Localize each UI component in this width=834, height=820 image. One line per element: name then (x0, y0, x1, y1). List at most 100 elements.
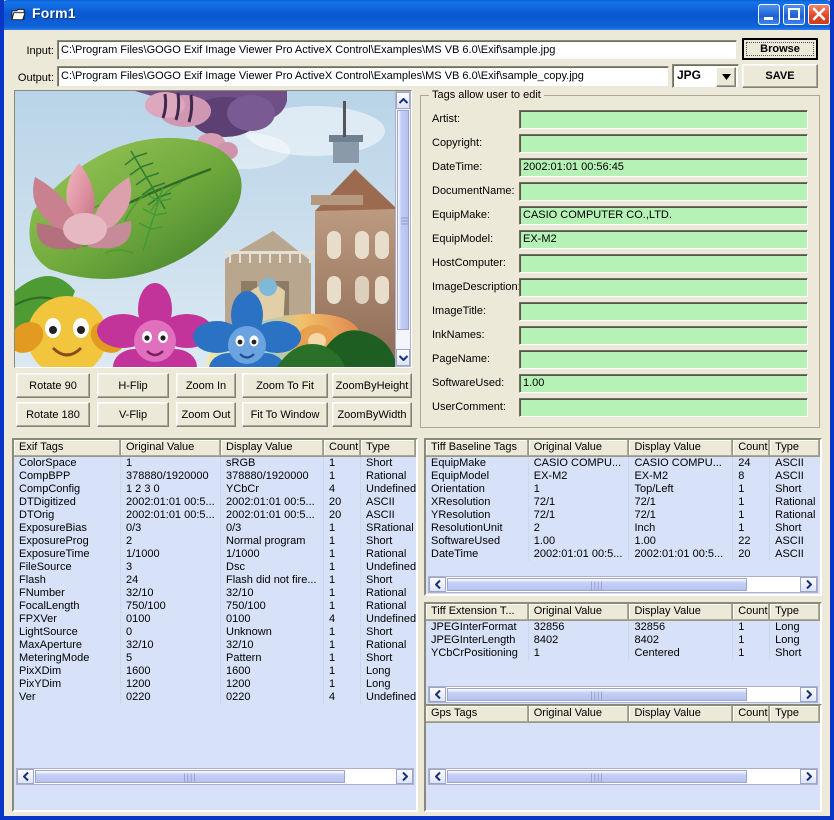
gps-list-column-header[interactable]: Original Value (528, 706, 630, 723)
tiff-extension-scroll-thumb[interactable]: |||| (447, 688, 747, 701)
tag-input-softwareused[interactable]: 1.00 (519, 374, 808, 393)
exif-list-column-header[interactable]: Exif Tags (14, 440, 121, 457)
table-row[interactable]: DTDigitized 2002:01:01 00:5... 2002:01:01 … (14, 496, 416, 509)
save-button[interactable]: SAVE (742, 64, 818, 88)
exif-list-body[interactable]: ColorSpace 1 sRGB 1 Short CompBPP 378880/19200… (14, 457, 416, 810)
scroll-right-button[interactable] (396, 769, 413, 784)
table-row[interactable]: ResolutionUnit 2 Inch 1 Short (426, 522, 820, 535)
browse-button[interactable]: Browse (742, 38, 818, 60)
close-button[interactable] (808, 4, 830, 25)
tiff-extension-list-column-header[interactable]: Tiff Extension T... (426, 604, 529, 621)
table-row[interactable]: EquipMake CASIO COMPU... CASIO COMPU... 24 A… (426, 457, 820, 470)
image-scroll-thumb[interactable] (397, 110, 409, 330)
scroll-left-button[interactable] (429, 687, 446, 702)
table-row[interactable]: JPEGInterLength 8402 8402 1 Long (426, 634, 820, 647)
image-button-rotate-180[interactable]: Rotate 180 (16, 402, 90, 427)
gps-list-column-header[interactable]: Gps Tags (426, 706, 529, 723)
tag-input-datetime[interactable]: 2002:01:01 00:56:45 (519, 158, 808, 177)
table-row[interactable]: ExposureProg 2 Normal program 1 Short (14, 535, 416, 548)
scroll-left-button[interactable] (17, 769, 34, 784)
table-row[interactable]: JPEGInterFormat 32856 32856 1 Long (426, 621, 820, 634)
tag-input-usercomment[interactable] (519, 398, 808, 417)
image-button-zoom-to-fit[interactable]: Zoom To Fit (242, 373, 328, 398)
scroll-right-button[interactable] (800, 769, 817, 784)
exif-list-column-header[interactable]: Original Value (121, 440, 221, 457)
tiff-extension-list-column-header[interactable]: Original Value (528, 604, 630, 621)
table-row[interactable]: YCbCrPositioning 1 Centered 1 Short (426, 647, 820, 660)
title-bar[interactable]: Form1 (4, 0, 830, 30)
table-row[interactable]: ExposureBias 0/3 0/3 1 SRational (14, 522, 416, 535)
table-row[interactable]: MaxAperture 32/10 32/10 1 Rational (14, 639, 416, 652)
gps-scroll-thumb[interactable]: |||| (447, 770, 747, 783)
image-button-zoombyheight[interactable]: ZoomByHeight (332, 373, 412, 398)
tag-input-equipmake[interactable]: CASIO COMPUTER CO.,LTD. (519, 206, 808, 225)
input-path-field[interactable]: C:\Program Files\GOGO Exif Image Viewer … (57, 40, 737, 60)
exif-list-column-header[interactable]: Count (324, 440, 361, 457)
gps-list-body[interactable] (426, 723, 820, 810)
table-row[interactable]: ColorSpace 1 sRGB 1 Short (14, 457, 416, 470)
minimize-button[interactable] (758, 4, 780, 25)
tiff-baseline-list-column-header[interactable]: Type (770, 440, 820, 457)
table-row[interactable]: PixYDim 1200 1200 1 Long (14, 678, 416, 691)
tiff-extension-list-column-header[interactable]: Count (733, 604, 771, 621)
tag-input-imagetitle[interactable] (519, 302, 808, 321)
image-button-v-flip[interactable]: V-Flip (97, 402, 169, 427)
table-row[interactable]: FNumber 32/10 32/10 1 Rational (14, 587, 416, 600)
output-format-select[interactable]: JPG (672, 64, 739, 88)
tiff-baseline-list-body[interactable]: EquipMake CASIO COMPU... CASIO COMPU... 24 A… (426, 457, 820, 594)
table-row[interactable]: Orientation 1 Top/Left 1 Short (426, 483, 820, 496)
tiff-baseline-list-column-header[interactable]: Display Value (629, 440, 734, 457)
table-row[interactable]: PixXDim 1600 1600 1 Long (14, 665, 416, 678)
gps-horizontal-scrollbar[interactable]: |||| (428, 768, 818, 785)
table-row[interactable]: YResolution 72/1 72/1 1 Rational (426, 509, 820, 522)
scroll-right-button[interactable] (800, 577, 817, 592)
table-row[interactable]: FileSource 3 Dsc 1 Undefined (14, 561, 416, 574)
image-button-zoom-in[interactable]: Zoom In (176, 373, 236, 398)
chevron-down-icon[interactable] (716, 67, 736, 87)
table-row[interactable]: ExposureTime 1/1000 1/1000 1 Rational (14, 548, 416, 561)
tag-input-equipmodel[interactable]: EX-M2 (519, 230, 808, 249)
image-button-zoombywidth[interactable]: ZoomByWidth (332, 402, 412, 427)
gps-list-column-header[interactable]: Display Value (629, 706, 734, 723)
output-path-field[interactable]: C:\Program Files\GOGO Exif Image Viewer … (57, 66, 669, 87)
table-row[interactable]: LightSource 0 Unknown 1 Short (14, 626, 416, 639)
table-row[interactable]: FPXVer 0100 0100 4 Undefined (14, 613, 416, 626)
tiff-baseline-scroll-thumb[interactable]: |||| (447, 578, 747, 591)
table-row[interactable]: FocalLength 750/100 750/100 1 Rational (14, 600, 416, 613)
scroll-left-button[interactable] (429, 769, 446, 784)
table-row[interactable]: Ver 0220 0220 4 Undefined (14, 691, 416, 704)
exif-list-column-header[interactable]: Display Value (221, 440, 324, 457)
tag-input-hostcomputer[interactable] (519, 254, 808, 273)
gps-list-column-header[interactable]: Type (770, 706, 820, 723)
tiff-extension-horizontal-scrollbar[interactable]: |||| (428, 686, 818, 703)
scroll-right-button[interactable] (800, 687, 817, 702)
image-button-rotate-90[interactable]: Rotate 90 (16, 373, 90, 398)
tiff-baseline-list-column-header[interactable]: Tiff Baseline Tags (426, 440, 529, 457)
image-button-zoom-out[interactable]: Zoom Out (176, 402, 236, 427)
tag-input-imagedescription[interactable] (519, 278, 808, 297)
tag-input-copyright[interactable] (519, 134, 808, 153)
gps-list-column-header[interactable]: Count (733, 706, 771, 723)
exif-tags-listview[interactable]: Exif Tags Original Value Display Value Coun… (12, 438, 418, 812)
exif-list-column-header[interactable]: Type (361, 440, 416, 457)
scroll-up-button[interactable] (396, 92, 410, 109)
tag-input-inknames[interactable] (519, 326, 808, 345)
image-preview-panel[interactable] (14, 90, 412, 368)
tag-input-pagename[interactable] (519, 350, 808, 369)
tiff-extension-list-column-header[interactable]: Type (770, 604, 820, 621)
tag-input-artist[interactable] (519, 110, 808, 129)
table-row[interactable]: SoftwareUsed 1.00 1.00 22 ASCII (426, 535, 820, 548)
tiff-baseline-listview[interactable]: Tiff Baseline Tags Original Value Display … (424, 438, 822, 596)
table-row[interactable]: XResolution 72/1 72/1 1 Rational (426, 496, 820, 509)
table-row[interactable]: CompConfig 1 2 3 0 YCbCr 4 Undefined (14, 483, 416, 496)
tiff-baseline-list-column-header[interactable]: Original Value (528, 440, 630, 457)
tiff-baseline-list-column-header[interactable]: Count (733, 440, 771, 457)
scroll-down-button[interactable] (396, 349, 410, 366)
gps-tags-listview[interactable]: Gps Tags Original Value Display Value Count… (424, 704, 822, 812)
table-row[interactable]: CompBPP 378880/1920000 378880/1920000 1 Rati… (14, 470, 416, 483)
table-row[interactable]: DTOrig 2002:01:01 00:5... 2002:01:01 00:5.… (14, 509, 416, 522)
exif-scroll-thumb[interactable]: |||| (35, 770, 345, 783)
table-row[interactable]: EquipModel EX-M2 EX-M2 8 ASCII (426, 470, 820, 483)
image-vertical-scrollbar[interactable] (395, 91, 411, 367)
scroll-left-button[interactable] (429, 577, 446, 592)
